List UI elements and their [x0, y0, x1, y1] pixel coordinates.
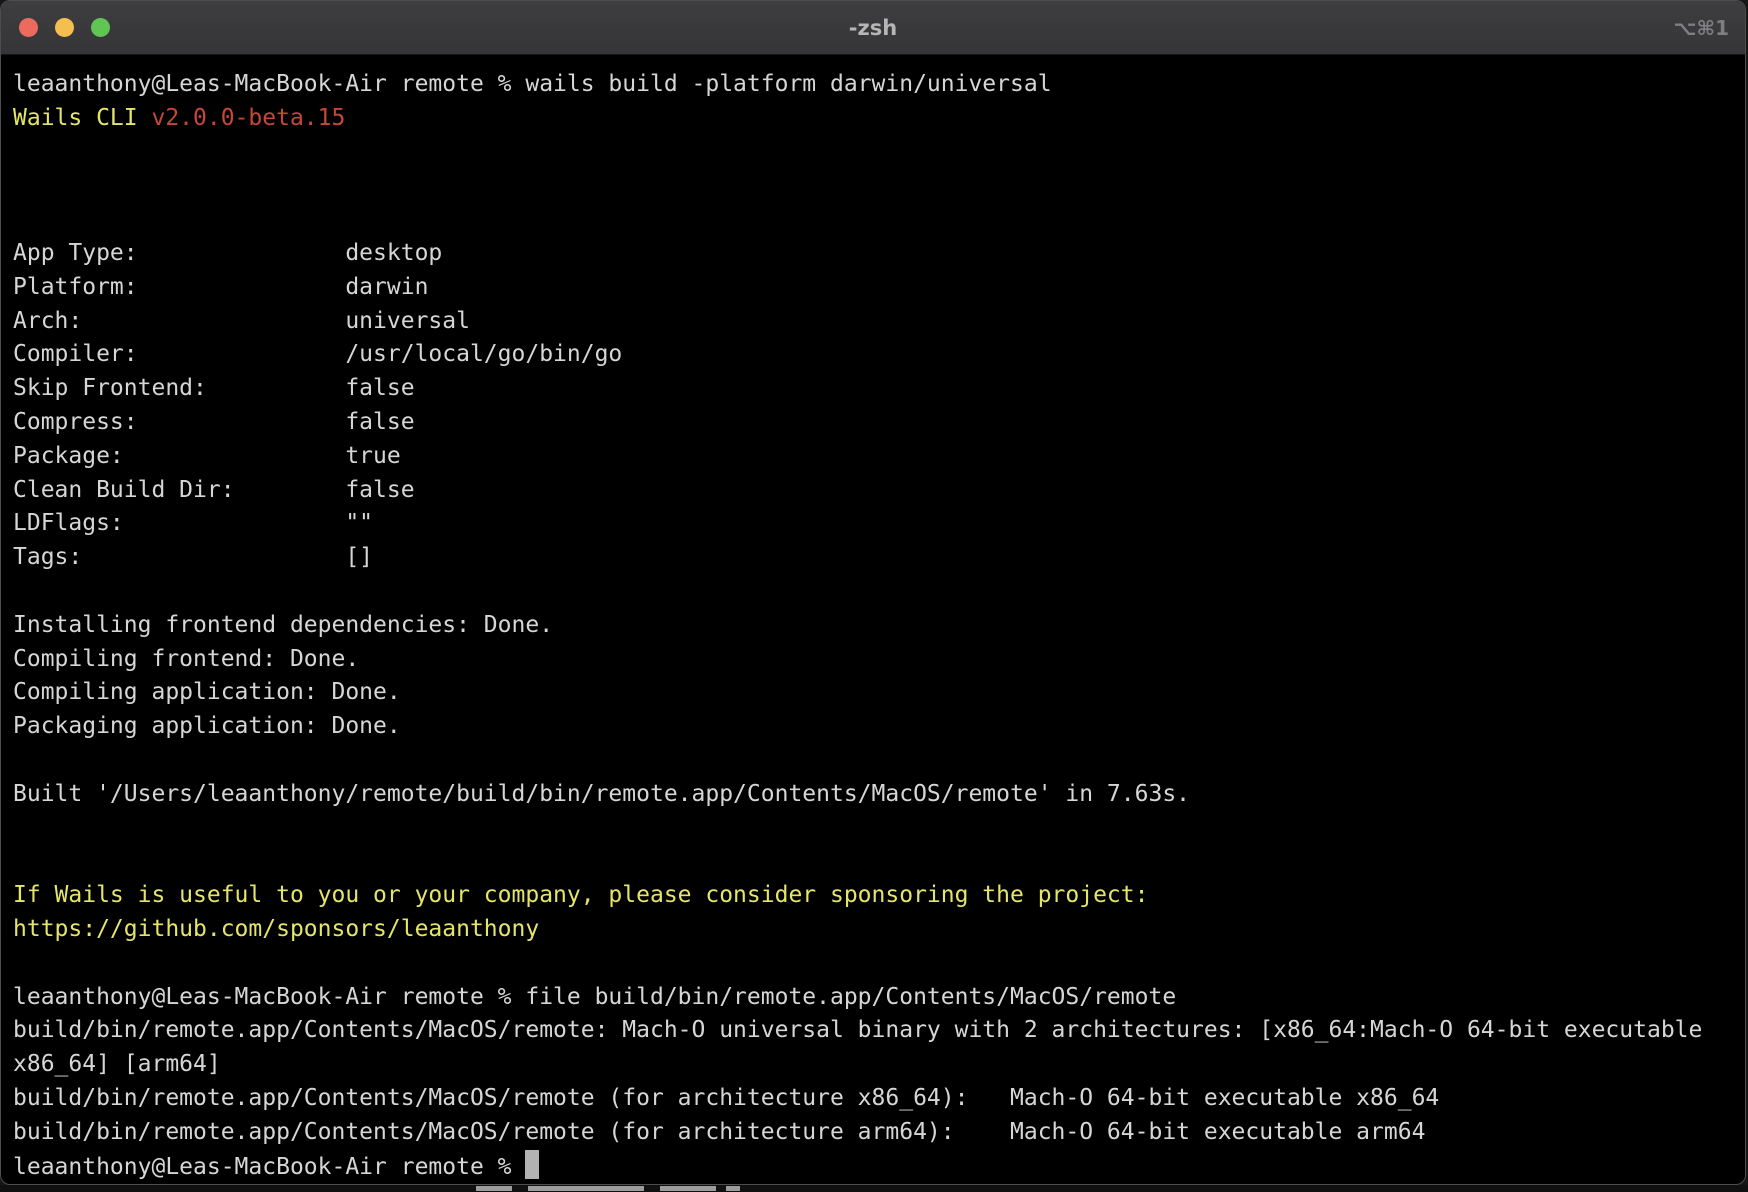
- terminal-line: Packaging application: Done.: [13, 710, 1745, 744]
- terminal-line: Package: true: [13, 440, 1745, 474]
- zoom-button[interactable]: [91, 18, 110, 37]
- traffic-lights: [19, 1, 110, 54]
- terminal-line: build/bin/remote.app/Contents/MacOS/remo…: [13, 1014, 1745, 1048]
- terminal-line: [13, 744, 1745, 778]
- background-window-fragment: [528, 1186, 644, 1191]
- terminal-line: Arch: universal: [13, 305, 1745, 339]
- background-window-fragment: [726, 1186, 740, 1191]
- background-window-fragment: [476, 1186, 512, 1191]
- window-titlebar[interactable]: -zsh ⌥⌘1: [1, 1, 1745, 55]
- background-window-fragment: [660, 1186, 716, 1191]
- terminal-line: Installing frontend dependencies: Done.: [13, 609, 1745, 643]
- terminal-output[interactable]: leaanthony@Leas-MacBook-Air remote % wai…: [1, 55, 1745, 1184]
- terminal-line: LDFlags: "": [13, 507, 1745, 541]
- terminal-line: [13, 169, 1745, 203]
- terminal-line: Compress: false: [13, 406, 1745, 440]
- terminal-line: [13, 845, 1745, 879]
- terminal-window: -zsh ⌥⌘1 leaanthony@Leas-MacBook-Air rem…: [0, 0, 1746, 1185]
- terminal-line: [13, 203, 1745, 237]
- terminal-line: leaanthony@Leas-MacBook-Air remote % wai…: [13, 68, 1745, 102]
- terminal-line: build/bin/remote.app/Contents/MacOS/remo…: [13, 1082, 1745, 1116]
- terminal-line: leaanthony@Leas-MacBook-Air remote % fil…: [13, 981, 1745, 1015]
- terminal-line: Platform: darwin: [13, 271, 1745, 305]
- terminal-line: [13, 812, 1745, 846]
- terminal-line: leaanthony@Leas-MacBook-Air remote %: [13, 1150, 1745, 1185]
- terminal-line: App Type: desktop: [13, 237, 1745, 271]
- tab-shortcut-badge: ⌥⌘1: [1673, 1, 1729, 54]
- close-button[interactable]: [19, 18, 38, 37]
- terminal-line: Compiling frontend: Done.: [13, 643, 1745, 677]
- terminal-line: Built '/Users/leaanthony/remote/build/bi…: [13, 778, 1745, 812]
- terminal-line: If Wails is useful to you or your compan…: [13, 879, 1745, 913]
- terminal-line: Compiler: /usr/local/go/bin/go: [13, 338, 1745, 372]
- terminal-line: https://github.com/sponsors/leaanthony: [13, 913, 1745, 947]
- terminal-line: [13, 575, 1745, 609]
- window-title: -zsh: [1, 16, 1745, 40]
- terminal-cursor: [525, 1150, 539, 1179]
- terminal-line: Compiling application: Done.: [13, 676, 1745, 710]
- terminal-line: Skip Frontend: false: [13, 372, 1745, 406]
- terminal-line: [13, 136, 1745, 170]
- terminal-line: Tags: []: [13, 541, 1745, 575]
- terminal-line: x86_64] [arm64]: [13, 1048, 1745, 1082]
- minimize-button[interactable]: [55, 18, 74, 37]
- terminal-line: build/bin/remote.app/Contents/MacOS/remo…: [13, 1116, 1745, 1150]
- terminal-line: Clean Build Dir: false: [13, 474, 1745, 508]
- background-window-edge: [0, 1185, 1748, 1192]
- terminal-line: [13, 947, 1745, 981]
- terminal-line: Wails CLI v2.0.0-beta.15: [13, 102, 1745, 136]
